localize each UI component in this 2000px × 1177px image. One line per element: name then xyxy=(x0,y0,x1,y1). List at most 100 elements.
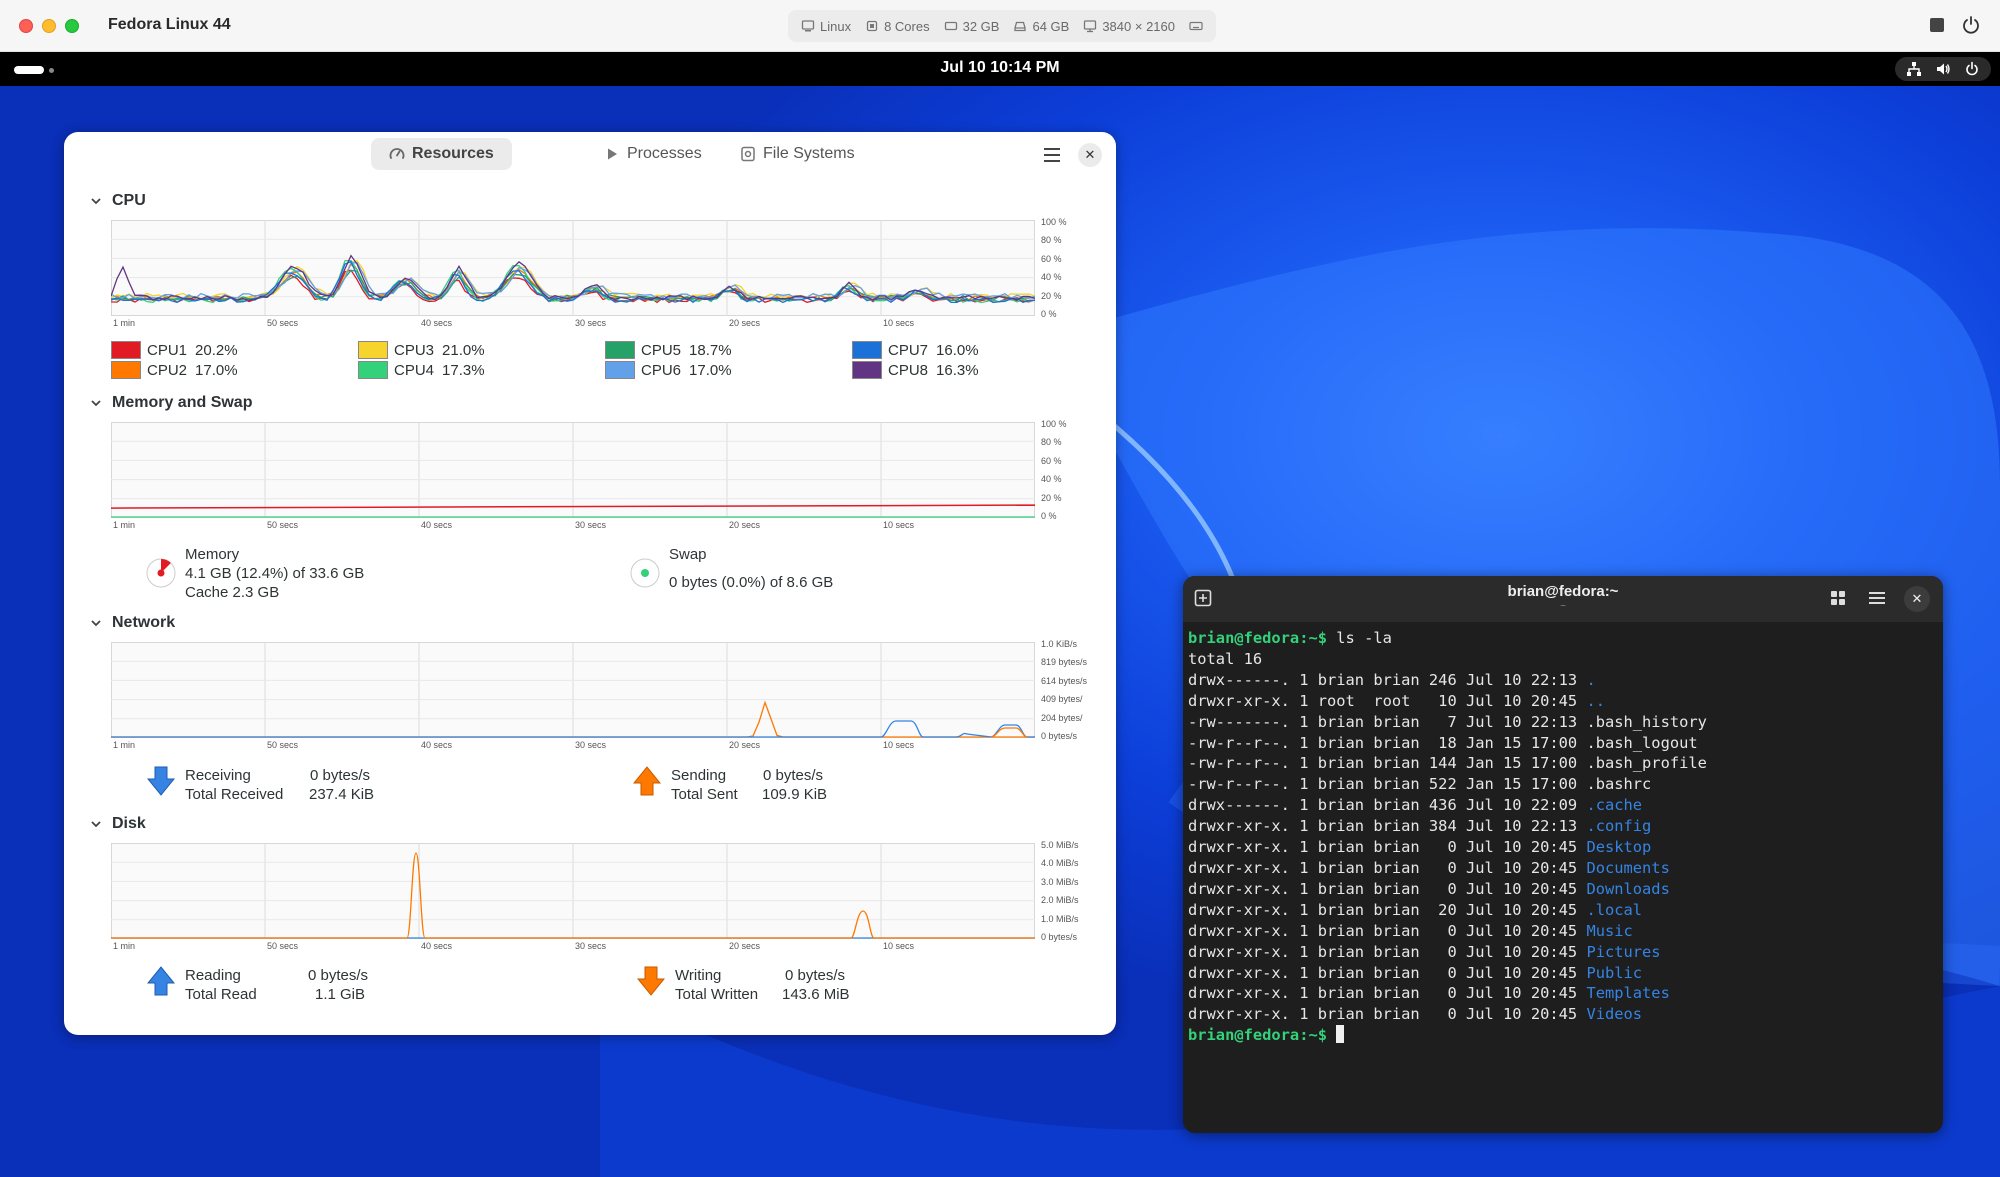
active-command-line[interactable]: brian@fedora:~$ xyxy=(1188,1025,1707,1046)
disk-icon xyxy=(1014,21,1027,32)
ls-entry: -rw-------. 1 brian brian 7 Jul 10 22:13… xyxy=(1188,712,1707,733)
graph-canvas xyxy=(111,843,1035,939)
power-menu-icon xyxy=(1966,61,1979,76)
y-axis-label: 100 % xyxy=(1041,419,1067,429)
cpu-legend-item[interactable]: CPU2 17.0% xyxy=(111,361,238,379)
stop-vm-button[interactable] xyxy=(1930,18,1944,32)
vm-info-cores: 8 Cores xyxy=(865,19,930,34)
cpu-legend-item[interactable]: CPU6 17.0% xyxy=(605,361,732,379)
y-axis-label: 80 % xyxy=(1041,437,1062,448)
system-tray[interactable] xyxy=(1895,57,1991,81)
tab-processes[interactable]: Processes xyxy=(586,138,720,170)
ls-entry-file-name: .bash_history xyxy=(1586,712,1707,731)
graph-canvas xyxy=(111,220,1035,316)
swap-usage: 0 bytes (0.0%) of 8.6 GB xyxy=(669,574,834,591)
close-window-button[interactable] xyxy=(19,19,33,33)
cpu-legend-item[interactable]: CPU5 18.7% xyxy=(605,341,732,359)
y-axis-label: 5.0 MiB/s xyxy=(1041,840,1079,850)
power-icon[interactable] xyxy=(1960,14,1982,36)
writing-label: Writing xyxy=(675,967,722,984)
x-axis-label: 1 min xyxy=(113,740,136,750)
memory-usage: 4.1 GB (12.4%) of 33.6 GB xyxy=(185,565,365,582)
hamburger-menu-icon[interactable] xyxy=(1040,144,1064,166)
ls-total: total 16 xyxy=(1188,649,1263,668)
y-axis-label: 60 % xyxy=(1041,253,1062,264)
x-axis-label: 30 secs xyxy=(575,941,607,951)
chevron-down-icon xyxy=(91,400,101,407)
os-icon xyxy=(801,20,815,32)
x-axis-label: 10 secs xyxy=(883,941,915,951)
keyboard-icon xyxy=(1189,21,1203,31)
y-axis-label: 1.0 KiB/s xyxy=(1041,639,1078,649)
display-icon xyxy=(1084,20,1097,33)
tab-file-systems[interactable]: File Systems xyxy=(722,138,873,170)
x-axis-label: 50 secs xyxy=(267,740,299,750)
cpu-legend-item[interactable]: CPU8 16.3% xyxy=(852,361,979,379)
cpu-name: CPU3 xyxy=(394,341,435,359)
cpu-legend-item[interactable]: CPU4 17.3% xyxy=(358,361,485,379)
terminal-output[interactable]: brian@fedora:~$ ls -la total 16 drwx------… xyxy=(1188,628,1707,1046)
cpu-color-swatch[interactable] xyxy=(852,361,882,379)
graph-canvas xyxy=(111,422,1035,518)
tab-file-systems-label: File Systems xyxy=(763,145,855,162)
ls-entry: drwxr-xr-x. 1 root root 10 Jul 10 20:45 … xyxy=(1188,691,1707,712)
tab-resources-label: Resources xyxy=(412,145,494,162)
cpu-legend-item[interactable]: CPU1 20.2% xyxy=(111,341,238,359)
y-axis-label: 100 % xyxy=(1041,217,1067,227)
tab-resources[interactable]: Resources xyxy=(371,138,512,170)
y-axis-label: 80 % xyxy=(1041,235,1062,246)
network-section-toggle[interactable]: Network xyxy=(90,614,175,632)
vm-info-memory: 32 GB xyxy=(944,19,999,34)
zoom-window-button[interactable] xyxy=(65,19,79,33)
close-icon[interactable]: ✕ xyxy=(1078,143,1102,167)
vm-info-keyboard[interactable] xyxy=(1189,19,1203,33)
terminal-window[interactable]: brian@fedora:~ ~ ✕ brian@fedora:~$ ls -l… xyxy=(1183,576,1943,1133)
cpu-legend-item[interactable]: CPU3 21.0% xyxy=(358,341,485,359)
cpu-color-swatch[interactable] xyxy=(358,361,388,379)
sending-label: Sending xyxy=(671,767,727,784)
x-axis-label: 1 min xyxy=(113,941,136,951)
y-axis-label: 4.0 MiB/s xyxy=(1041,858,1079,869)
memory-section-toggle[interactable]: Memory and Swap xyxy=(90,394,252,412)
disk-history-graph: 5.0 MiB/s 4.0 MiB/s 3.0 MiB/s 2.0 MiB/s 1.0 … xyxy=(111,840,1079,958)
ls-listing: drwx------. 1 brian brian 246 Jul 10 22:… xyxy=(1188,670,1707,1025)
tab-overview-icon[interactable] xyxy=(1829,589,1847,607)
y-axis-label: 0 bytes/s xyxy=(1041,932,1078,942)
x-axis-label: 30 secs xyxy=(575,520,607,530)
total-written-label: Total Written xyxy=(675,986,759,1003)
system-monitor-window: Resources Processes File Systems ✕ CPU 1… xyxy=(64,132,1116,1035)
cpu-section-toggle[interactable]: CPU xyxy=(90,192,146,210)
cpu-name: CPU1 xyxy=(147,341,188,359)
x-axis-label: 40 secs xyxy=(421,941,453,951)
cpu-usage-value: 17.3% xyxy=(442,361,485,379)
ls-entry-directory-name: Templates xyxy=(1586,984,1670,1003)
cpu-color-swatch[interactable] xyxy=(358,341,388,359)
cpu-color-swatch[interactable] xyxy=(605,341,635,359)
cpu-legend-item[interactable]: CPU7 16.0% xyxy=(852,341,979,359)
vm-window-bar: Fedora Linux 44 Linux 8 Cores 32 GB 64 G… xyxy=(0,0,2000,52)
vm-title: Fedora Linux 44 xyxy=(108,16,231,33)
disk-section-toggle[interactable]: Disk xyxy=(90,815,146,833)
y-axis-label: 2.0 MiB/s xyxy=(1041,895,1079,906)
memory-pie-icon xyxy=(146,558,176,588)
hamburger-menu-icon[interactable] xyxy=(1867,589,1887,607)
memory-cache: Cache 2.3 GB xyxy=(185,584,280,601)
cpu-color-swatch[interactable] xyxy=(852,341,882,359)
close-icon[interactable]: ✕ xyxy=(1904,586,1930,612)
cpu-name: CPU5 xyxy=(641,341,682,359)
ls-entry: -rw-r--r--. 1 brian brian 18 Jan 15 17:0… xyxy=(1188,733,1707,754)
minimize-window-button[interactable] xyxy=(42,19,56,33)
cpu-color-swatch[interactable] xyxy=(111,361,141,379)
ls-entry: drwxr-xr-x. 1 brian brian 0 Jul 10 20:45… xyxy=(1188,879,1707,900)
ls-entry-meta: drwxr-xr-x. 1 brian brian 20 Jul 10 20:4… xyxy=(1188,900,1587,919)
cpu-color-swatch[interactable] xyxy=(111,341,141,359)
ls-entry-meta: drwxr-xr-x. 1 brian brian 0 Jul 10 20:45 xyxy=(1188,921,1587,940)
x-axis-label: 20 secs xyxy=(729,520,761,530)
x-axis-label: 30 secs xyxy=(575,740,607,750)
y-axis-label: 0 bytes/s xyxy=(1041,731,1078,741)
cpu-color-swatch[interactable] xyxy=(605,361,635,379)
shell-prompt: brian@fedora:~$ xyxy=(1188,629,1327,647)
vm-info-disk-label: 64 GB xyxy=(1032,18,1070,34)
total-read-value: 1.1 GiB xyxy=(315,986,366,1003)
clock[interactable]: Jul 10 10:14 PM xyxy=(0,59,2000,77)
